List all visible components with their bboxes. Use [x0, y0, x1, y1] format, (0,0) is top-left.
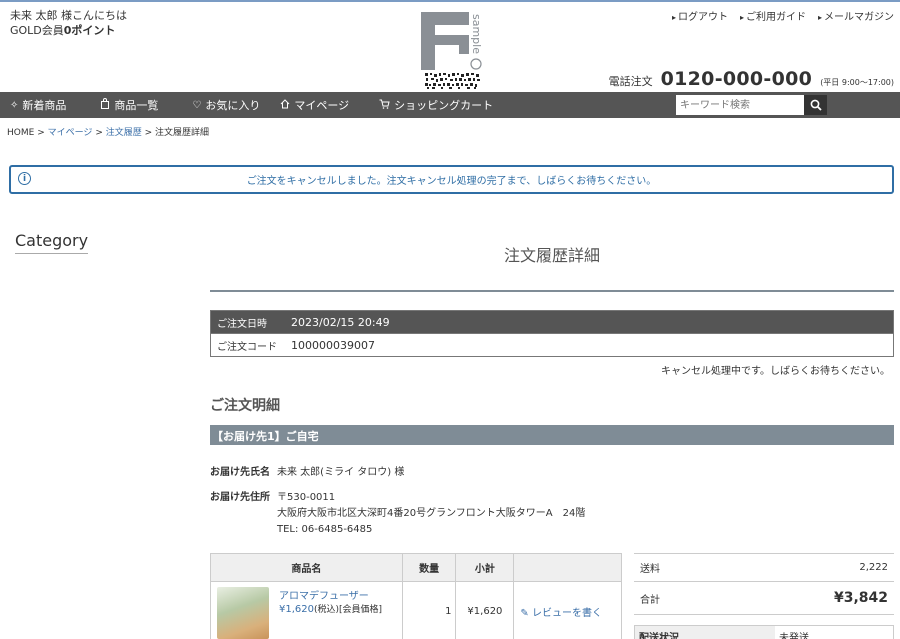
member-points-value: 0ポイント [63, 24, 116, 37]
search-icon [810, 99, 822, 111]
logo-text: sample [470, 14, 483, 54]
address-tel: TEL: 06-6485-6485 [277, 524, 373, 535]
home-icon [280, 98, 290, 112]
heart-icon: ♡ [192, 99, 202, 111]
destination-heading: 【お届け先1】ご自宅 [210, 425, 894, 445]
recipient-row: お届け先氏名 未来 太郎(ミライ タロウ) 様 [210, 463, 404, 478]
col-product-name: 商品名 [210, 553, 403, 582]
order-code-value: 100000039007 [291, 338, 375, 352]
total-label: 合計 [640, 594, 660, 606]
col-subtotal: 小計 [455, 553, 515, 582]
phone-number[interactable]: 0120-000-000 [661, 68, 813, 90]
category-heading: Category [15, 231, 89, 254]
search-box [676, 95, 827, 115]
order-date-value: 2023/02/15 20:49 [291, 315, 390, 329]
order-detail-heading: ご注文明細 [210, 398, 280, 414]
order-summary: 送料 2,222 合計 ¥3,842 [634, 553, 894, 615]
nav-new-products[interactable]: ✧ 新着商品 [0, 92, 76, 118]
phone-label: 電話注文 [608, 75, 653, 88]
write-review-link[interactable]: ✎ レビューを書く [520, 608, 602, 619]
greeting: 未来 太郎 様こんにちは GOLD会員0ポイント [10, 8, 127, 38]
breadcrumb-separator: > [37, 128, 45, 138]
main-nav: ✧ 新着商品 商品一覧 ♡ お気に入り マイページ ショッピングカート [0, 92, 900, 118]
title-divider [210, 290, 894, 292]
address-block: お届け先住所 〒530-0011 大阪府大阪市北区大深町4番20号グランフロント大… [210, 490, 585, 538]
recipient-name: 未来 太郎(ミライ タロウ) 様 [277, 467, 405, 478]
member-points: GOLD会員0ポイント [10, 23, 127, 38]
order-date-label: ご注文日時 [217, 318, 267, 330]
address-label: お届け先住所 [210, 492, 270, 503]
nav-cart[interactable]: ショッピングカート [359, 92, 503, 118]
phone-hours: (平日 9:00〜17:00) [820, 78, 894, 87]
product-price: ¥1,620 [279, 603, 314, 615]
product-table: 商品名 数量 小計 アロマデフューザー ¥1,620(税込)[会員価格] 1 ¥… [210, 553, 622, 639]
total-value: ¥3,842 [833, 590, 888, 606]
product-subtotal: ¥1,620 [455, 581, 515, 639]
logout-link[interactable]: ログアウト [672, 8, 728, 23]
greeting-line: 未来 太郎 様こんにちは [10, 9, 127, 22]
shipping-row: 送料 2,222 [634, 553, 894, 582]
header-links: ログアウト ご利用ガイド メールマガジン [672, 8, 894, 23]
delivery-status-row: 配送状況 未発送 [634, 625, 894, 639]
sparkle-icon: ✧ [10, 99, 19, 111]
delivery-status-value: 未発送 [779, 633, 809, 639]
shipping-label: 送料 [640, 564, 660, 575]
page-title: 注文履歴詳細 [503, 246, 600, 265]
guide-link[interactable]: ご利用ガイド [740, 8, 806, 23]
breadcrumb-current: 注文履歴詳細 [155, 128, 210, 138]
product-quantity: 1 [401, 581, 457, 639]
bag-icon [100, 98, 110, 112]
postal-code: 〒530-0011 [277, 492, 336, 503]
breadcrumb: HOME > マイページ > 注文履歴 > 注文履歴詳細 [7, 125, 209, 138]
order-info-table: ご注文日時 2023/02/15 20:49 ご注文コード 1000000390… [210, 310, 894, 357]
cart-icon [379, 99, 390, 112]
pencil-icon: ✎ [520, 608, 529, 619]
info-icon: i [18, 172, 31, 185]
nav-label: 商品一覧 [114, 99, 159, 112]
col-quantity: 数量 [401, 553, 457, 582]
phone-order: 電話注文 0120-000-000 (平日 9:00〜17:00) [609, 68, 894, 90]
product-table-header: 商品名 数量 小計 [210, 553, 622, 582]
top-accent-line [0, 0, 900, 2]
product-cell: アロマデフューザー ¥1,620(税込)[会員価格] [210, 581, 403, 639]
breadcrumb-order-history[interactable]: 注文履歴 [106, 128, 142, 138]
cancel-status-note: キャンセル処理中です。しばらくお待ちください。 [661, 366, 890, 377]
nav-label: お気に入り [205, 99, 261, 112]
nav-favorites[interactable]: ♡ お気に入り [168, 92, 270, 118]
breadcrumb-separator: > [95, 128, 103, 138]
order-date-row: ご注文日時 2023/02/15 20:49 [211, 311, 893, 333]
product-price-note: (税込)[会員価格] [314, 604, 383, 615]
nav-mypage[interactable]: マイページ [270, 92, 359, 118]
review-cell: ✎ レビューを書く [513, 581, 622, 639]
address-line: 大阪府大阪市北区大深町4番20号グランフロント大阪タワーA 24階 [277, 508, 586, 519]
order-code-label: ご注文コード [217, 341, 277, 353]
breadcrumb-mypage[interactable]: マイページ [48, 128, 93, 138]
total-row: 合計 ¥3,842 [634, 582, 894, 615]
nav-label: マイページ [294, 99, 350, 112]
breadcrumb-home[interactable]: HOME [7, 128, 34, 138]
product-image[interactable] [217, 586, 269, 639]
write-review-label: レビューを書く [531, 608, 602, 619]
order-code-row: ご注文コード 100000039007 [211, 333, 893, 356]
breadcrumb-separator: > [144, 128, 153, 138]
nav-product-list[interactable]: 商品一覧 [76, 92, 168, 118]
nav-label: ショッピングカート [394, 99, 494, 112]
recipient-label: お届け先氏名 [210, 467, 270, 478]
cancel-alert: i ご注文をキャンセルしました。注文キャンセル処理の完了まで、しばらくお待ちくだ… [9, 165, 894, 194]
search-button[interactable] [804, 95, 827, 115]
shipping-value: 2,222 [859, 562, 888, 573]
search-input[interactable] [676, 95, 804, 115]
mail-magazine-link[interactable]: メールマガジン [818, 8, 894, 23]
col-action [513, 553, 622, 582]
site-logo[interactable]: sample [421, 12, 483, 90]
alert-message: ご注文をキャンセルしました。注文キャンセル処理の完了まで、しばらくお待ちください… [246, 176, 657, 187]
nav-label: 新着商品 [22, 99, 67, 112]
table-row: アロマデフューザー ¥1,620(税込)[会員価格] 1 ¥1,620 ✎ レビ… [210, 581, 622, 639]
member-rank: GOLD会員 [10, 24, 64, 37]
product-name-link[interactable]: アロマデフューザー [279, 587, 382, 602]
delivery-status-label: 配送状況 [635, 626, 775, 639]
